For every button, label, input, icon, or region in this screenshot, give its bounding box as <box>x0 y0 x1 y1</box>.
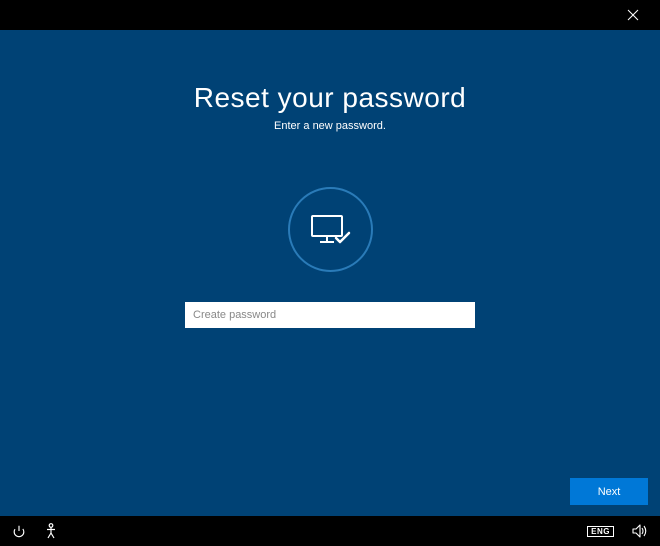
next-button[interactable]: Next <box>570 478 648 505</box>
bottom-bar-left <box>12 523 58 539</box>
password-input[interactable] <box>185 302 475 328</box>
main-content: Reset your password Enter a new password… <box>0 30 660 516</box>
page-subtitle: Enter a new password. <box>274 120 386 132</box>
language-indicator[interactable]: ENG <box>587 526 614 537</box>
title-bar <box>0 0 660 30</box>
power-button[interactable] <box>12 524 26 538</box>
monitor-icon-circle <box>288 187 373 272</box>
accessibility-icon <box>44 523 58 539</box>
accessibility-button[interactable] <box>44 523 58 539</box>
volume-button[interactable] <box>632 524 648 538</box>
close-icon <box>627 9 639 21</box>
page-title: Reset your password <box>194 82 467 114</box>
close-button[interactable] <box>618 0 648 30</box>
bottom-bar: ENG <box>0 516 660 546</box>
monitor-check-icon <box>308 210 352 250</box>
volume-icon <box>632 524 648 538</box>
bottom-bar-right: ENG <box>587 524 648 538</box>
power-icon <box>12 524 26 538</box>
